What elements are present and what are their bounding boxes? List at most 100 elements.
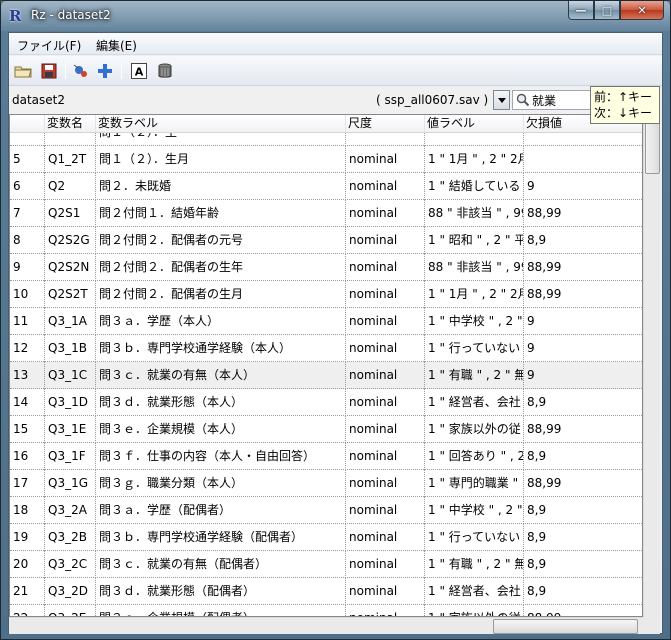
cell-number: 22 (10, 605, 45, 616)
maximize-button[interactable]: □ (594, 1, 620, 20)
cell-value-labels: 1 " 中学校 " , 2 " (425, 497, 524, 524)
cell-missing-values: 8,9 (527, 503, 547, 517)
label-a-icon[interactable]: A (129, 62, 149, 80)
table-row[interactable]: 8 Q2S2G 問２付問２．配偶者の元号 nominal 1 " 昭和 " , 2 " … (10, 227, 642, 254)
cell-value-labels: 1 " 有職 " , 2 " 無 (425, 362, 524, 389)
table-row[interactable]: 18 Q3_2A 問３ａ．学歴（配偶者） nominal 1 " 中学校 " , 2 "… (10, 497, 642, 524)
col-header-name[interactable]: 変数名 (45, 115, 96, 133)
cell-variable-name: Q1_2T (45, 146, 96, 173)
col-header-value-labels[interactable]: 値ラベル (425, 115, 524, 133)
table-row-partial[interactable]: 問１（２）．生 (10, 133, 642, 146)
window-title: Rz - dataset2 (31, 8, 111, 22)
tooltip-line-prev: 前：↑キー (594, 90, 653, 104)
search-icon (516, 93, 530, 107)
cell-number: 6 (10, 173, 45, 200)
add-variable-icon[interactable] (71, 62, 91, 80)
menu-bar: ファイル(F) 編集(E) (9, 33, 662, 55)
trash-can-icon[interactable] (155, 62, 175, 80)
cell-number: 11 (10, 308, 45, 335)
cell-missing-values: 88,99 (527, 206, 562, 220)
table-row[interactable]: 17 Q3_1G 問３ｇ．職業分類（本人） nominal 1 " 専門的職業 " ,8… (10, 470, 642, 497)
cell-value-labels: 1 " 専門的職業 " , (425, 470, 524, 497)
cell-number: 21 (10, 578, 45, 605)
cell-scale: nominal (346, 389, 425, 416)
horizontal-scrollbar[interactable] (9, 617, 643, 634)
cell-variable-name: Q3_2C (45, 551, 96, 578)
table-row[interactable]: 19 Q3_2B 問３ｂ．専門学校通学経験（配偶者） nominal 1 " 行っていな… (10, 524, 642, 551)
cell-scale: nominal (346, 146, 425, 173)
open-folder-icon[interactable] (13, 62, 33, 80)
cell-variable-name: Q3_1E (45, 416, 96, 443)
cell-value-labels: 1 " 経営者、会社 (425, 578, 524, 605)
table-row[interactable]: 5 Q1_2T 問１（２）．生月 nominal 1 " 1月 " , 2 " 2月 (10, 146, 642, 173)
menu-edit[interactable]: 編集(E) (96, 37, 137, 54)
cell-missing-values: 8,9 (527, 395, 547, 409)
table-row[interactable]: 13 Q3_1C 問３ｃ．就業の有無（本人） nominal 1 " 有職 " , 2 … (10, 362, 642, 389)
table-row[interactable]: 14 Q3_1D 問３ｄ．就業形態（本人） nominal 1 " 経営者、会社 8,9 (10, 389, 642, 416)
dataset-dropdown-button[interactable] (493, 90, 510, 110)
cell-variable-label: 問３ｄ．就業形態（本人） (96, 389, 346, 416)
cell-variable-name: Q3_2E (45, 605, 96, 616)
cell-variable-name: Q3_2B (45, 524, 96, 551)
close-button[interactable]: ✕ (620, 1, 664, 20)
cell-missing-values: 8,9 (527, 557, 547, 571)
cell-value-labels: 88 " 非該当 " , 99 (425, 254, 524, 281)
table-row[interactable]: 11 Q3_1A 問３ａ．学歴（本人） nominal 1 " 中学校 " , 2 " 9 (10, 308, 642, 335)
cell-variable-name: Q3_2A (45, 497, 96, 524)
save-disk-icon[interactable] (39, 62, 59, 80)
table-row[interactable]: 6 Q2 問２．未既婚 nominal 1 " 結婚している 9 (10, 173, 642, 200)
cell-value-labels: 88 " 非該当 " , 99 (425, 200, 524, 227)
cell-scale: nominal (346, 362, 425, 389)
col-header-scale[interactable]: 尺度 (346, 115, 425, 133)
cell-variable-label: 問２．未既婚 (96, 173, 346, 200)
cell-value-labels: 1 " 行っていない (425, 335, 524, 362)
cell-value-labels: 1 " 回答あり " , 2 (425, 443, 524, 470)
dataset-bar: dataset2 ( ssp_all0607.sav ) (9, 87, 662, 113)
cell-variable-name: Q2S1 (45, 200, 96, 227)
cell-scale: nominal (346, 443, 425, 470)
cell-scale: nominal (346, 308, 425, 335)
table-row[interactable]: 21 Q3_2D 問３ｄ．就業形態（配偶者） nominal 1 " 経営者、会社 8,9 (10, 578, 642, 605)
cell-scale: nominal (346, 227, 425, 254)
col-header-number[interactable] (10, 115, 45, 133)
title-bar[interactable]: R Rz - dataset2 — □ ✕ (1, 1, 670, 31)
cell-variable-label: 問１（２）．生 (96, 133, 346, 146)
cell-variable-label: 問２付問２．配偶者の元号 (96, 227, 346, 254)
cell-scale: nominal (346, 551, 425, 578)
table-row[interactable]: 20 Q3_2C 問３ｃ．就業の有無（配偶者） nominal 1 " 有職 " , 2… (10, 551, 642, 578)
vertical-scrollbar[interactable] (643, 114, 660, 617)
cell-variable-name: Q2S2G (45, 227, 96, 254)
cell-number: 10 (10, 281, 45, 308)
tooltip-line-next: 次：↓キー (594, 106, 653, 120)
table-row[interactable]: 12 Q3_1B 問３ｂ．専門学校通学経験（本人） nominal 1 " 行っていない… (10, 335, 642, 362)
horizontal-scroll-thumb[interactable] (493, 619, 638, 634)
cell-variable-label: 問３ｂ．専門学校通学経験（本人） (96, 335, 346, 362)
table-row[interactable]: 10 Q2S2T 問２付問２．配偶者の生月 nominal 1 " 1月 " , 2 "… (10, 281, 642, 308)
table-row[interactable]: 9 Q2S2N 問２付問２．配偶者の生年 nominal 88 " 非該当 " , 99… (10, 254, 642, 281)
table-row[interactable]: 15 Q3_1E 問３ｅ．企業規模（本人） nominal 1 " 家族以外の従 88,9… (10, 416, 642, 443)
cell-number: 13 (10, 362, 45, 389)
table-row[interactable]: 7 Q2S1 問２付問１．結婚年齢 nominal 88 " 非該当 " , 99 88,… (10, 200, 642, 227)
minimize-button[interactable]: — (568, 1, 594, 20)
cell-missing-values: 9 (527, 368, 535, 382)
table-row[interactable]: 22Q3_2E問３ｅ．企業規模（配偶者）nominal1 " 家族以外の従88,… (10, 605, 642, 616)
cell-scale: nominal (346, 416, 425, 443)
cell-scale: nominal (346, 578, 425, 605)
cell-missing-values: 88,99 (524, 605, 642, 616)
cell-variable-label: 問２付問１．結婚年齢 (96, 200, 346, 227)
table-row[interactable]: 16 Q3_1F 問３ｆ．仕事の内容（本人・自由回答） nominal 1 " 回答あり… (10, 443, 642, 470)
cell-missing-values: 8,9 (527, 449, 547, 463)
cell-variable-name: Q3_1A (45, 308, 96, 335)
cell-number: 9 (10, 254, 45, 281)
variable-table[interactable]: 変数名 変数ラベル 尺度 値ラベル 欠損値 問１（２）．生5Q1_2T問１（２）… (9, 114, 643, 617)
cell-value-labels: 1 " 中学校 " , 2 " (425, 308, 524, 335)
cell-missing-values: 8,9 (527, 530, 547, 544)
cell-scale: nominal (346, 524, 425, 551)
cell-number: 20 (10, 551, 45, 578)
toolbar: A (9, 56, 662, 86)
plus-icon[interactable] (95, 62, 115, 80)
cell-number: 16 (10, 443, 45, 470)
menu-file[interactable]: ファイル(F) (17, 37, 81, 54)
cell-value-labels: 1 " 1月 " , 2 " 2月 (425, 146, 524, 173)
col-header-label[interactable]: 変数ラベル (96, 115, 346, 133)
